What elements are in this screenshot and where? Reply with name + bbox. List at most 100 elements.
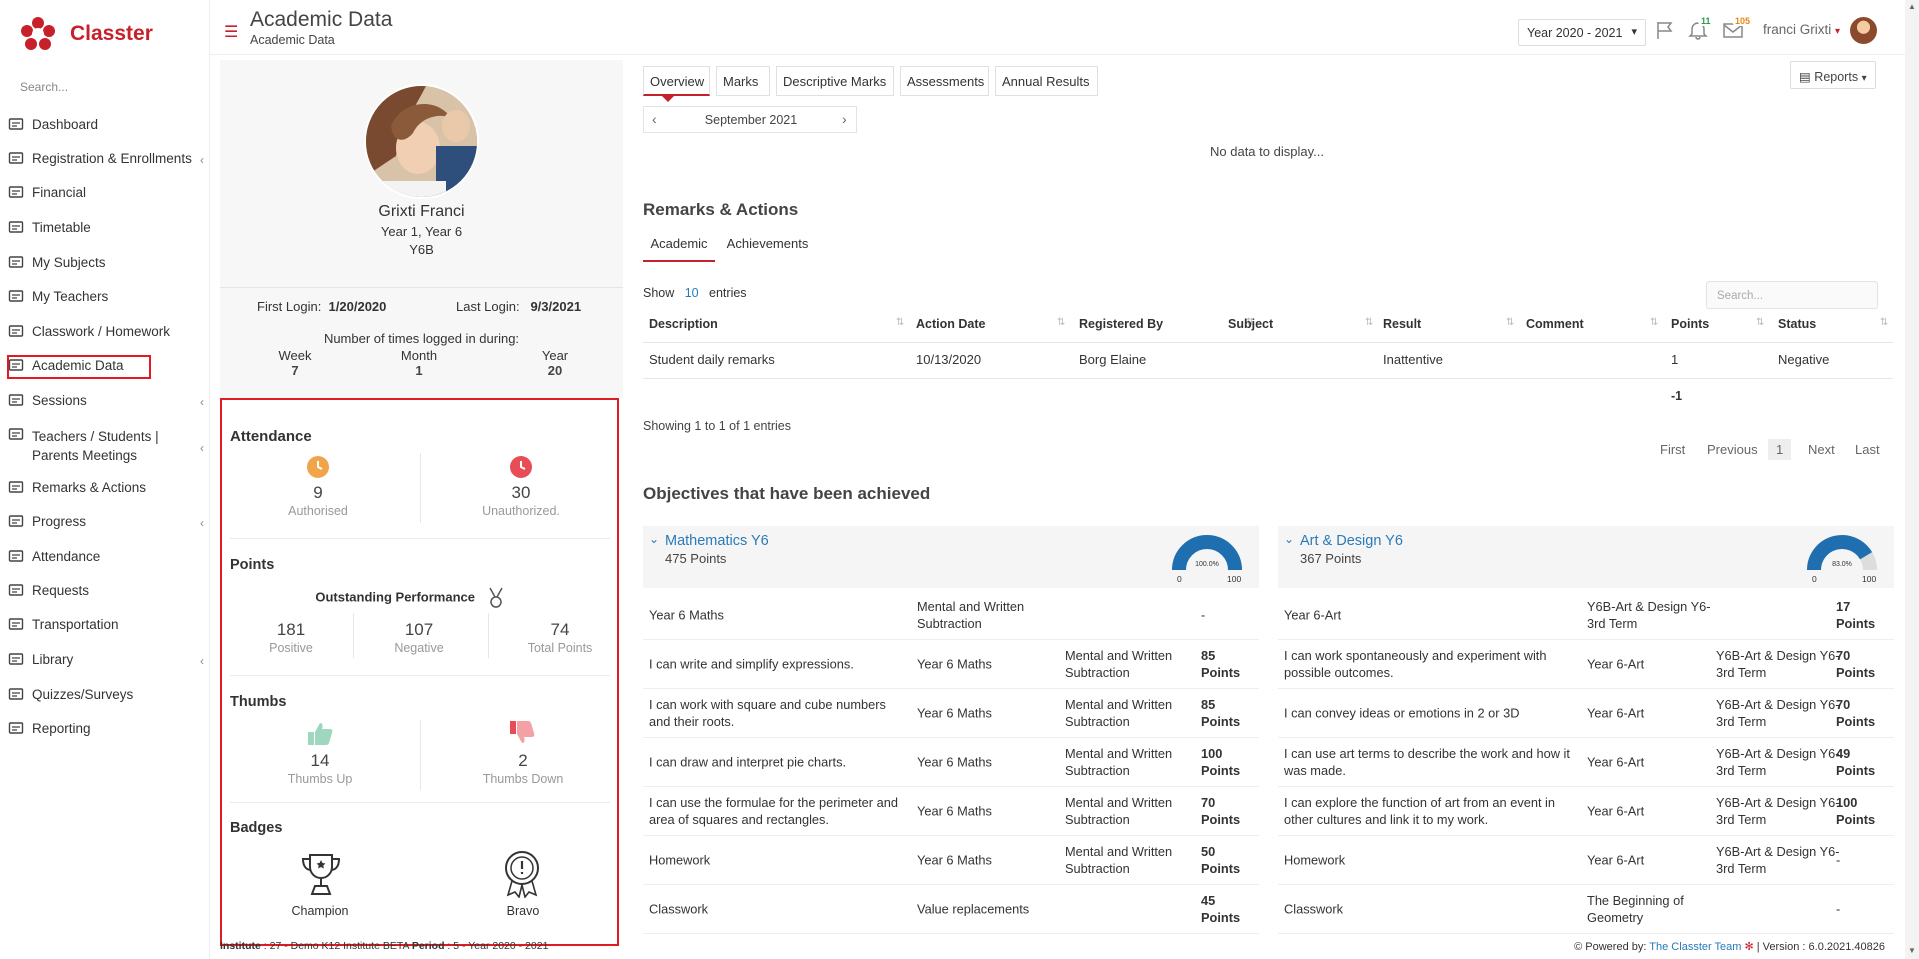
sidebar-item-remarks-actions[interactable]: Remarks & Actions	[8, 480, 204, 496]
tab-assessments[interactable]: Assessments	[900, 66, 989, 96]
caret-down-icon: ▾	[1835, 26, 1841, 37]
sidebar-item-requests[interactable]: Requests	[8, 583, 204, 599]
reports-button[interactable]: ▤ Reports ▾	[1790, 61, 1876, 89]
sidebar-item-label: Remarks & Actions	[32, 480, 147, 495]
scroll-up-icon[interactable]: ▲	[1908, 2, 1916, 11]
sort-icon[interactable]: ⇅	[1506, 317, 1514, 328]
pager-1[interactable]: 1	[1768, 439, 1792, 460]
cell-text: Year 6-Art	[1587, 803, 1645, 819]
cell-text: Year 6-Art	[1587, 754, 1645, 770]
last-login: Last Login: 9/3/2021	[456, 299, 581, 314]
table-cell: 1	[1671, 352, 1679, 367]
pager-last[interactable]: Last	[1855, 442, 1880, 457]
objective-cell: Year 6-Art	[1587, 656, 1717, 673]
sidebar-item-dashboard[interactable]: Dashboard	[8, 117, 204, 133]
pager-next[interactable]: Next	[1808, 442, 1835, 457]
first-login: First Login: 1/20/2020	[257, 299, 386, 314]
sort-icon[interactable]: ⇅	[896, 317, 904, 328]
year-select[interactable]: Year 2020 - 2021	[1518, 19, 1646, 46]
objective-header[interactable]: ⌄ Mathematics Y6 475 Points 100.0% 0 100	[643, 526, 1259, 588]
cell-text: 17 Points	[1836, 599, 1876, 631]
sidebar-item-my-subjects[interactable]: My Subjects	[8, 255, 204, 271]
objective-row: Homework Year 6 Maths Mental and Written S…	[643, 836, 1259, 885]
objective-cell: Classwork	[649, 901, 904, 918]
objective-cell: Homework	[1284, 852, 1574, 869]
flag-icon[interactable]	[1655, 20, 1677, 40]
sidebar-item-classwork-homework[interactable]: Classwork / Homework	[8, 324, 204, 340]
tab-annual-results[interactable]: Annual Results	[995, 66, 1098, 96]
cell-text: Year 6-Art	[1587, 656, 1645, 672]
sidebar-item-attendance[interactable]: Attendance	[8, 549, 204, 565]
cell-text: Year 6-Art	[1284, 607, 1342, 623]
next-month-icon[interactable]: ›	[842, 111, 847, 127]
cell-text: Year 6 Maths	[917, 852, 992, 868]
column-header-comment[interactable]: Comment	[1526, 317, 1584, 331]
column-header-registered-by[interactable]: Registered By	[1079, 317, 1163, 331]
vertical-scrollbar[interactable]: ▲ ▼	[1905, 0, 1919, 959]
sort-icon[interactable]: ⇅	[1650, 317, 1658, 328]
avatar[interactable]	[1850, 17, 1877, 44]
classter-team-link[interactable]: The Classter Team	[1649, 941, 1741, 953]
chevron-down-icon[interactable]: ⌄	[649, 532, 659, 546]
tab-overview[interactable]: Overview	[643, 66, 710, 96]
sidebar-item-label: Attendance	[32, 549, 101, 564]
pager-first[interactable]: First	[1660, 442, 1685, 457]
remarks-search-input[interactable]: Search...	[1706, 281, 1878, 309]
column-header-subject[interactable]: Subject	[1228, 317, 1273, 331]
cell-text: Homework	[649, 852, 711, 868]
column-header-status[interactable]: Status	[1778, 317, 1816, 331]
entries-length: Show 10 entries	[643, 286, 747, 300]
objective-points-cell: 70 Points	[1836, 696, 1891, 730]
objective-header[interactable]: ⌄ Art & Design Y6 367 Points 83.0% 0 100	[1278, 526, 1894, 588]
sort-icon[interactable]: ⇅	[1057, 317, 1065, 328]
sidebar-item-timetable[interactable]: Timetable	[8, 220, 204, 236]
column-header-points[interactable]: Points	[1671, 317, 1709, 331]
table-cell: Inattentive	[1383, 352, 1443, 367]
sidebar-item-my-teachers[interactable]: My Teachers	[8, 289, 204, 305]
no-data-message: No data to display...	[1210, 144, 1324, 159]
objective-cell: The Beginning of Geometry	[1587, 892, 1717, 926]
objective-row: I can draw and interpret pie charts. Year…	[643, 738, 1259, 787]
subtab-achievements[interactable]: Achievements	[720, 228, 815, 262]
logo[interactable]: Classter	[18, 12, 153, 56]
sidebar-item-sessions[interactable]: Sessions ‹	[8, 393, 204, 409]
gauge-value: 100.0%	[1195, 561, 1219, 568]
objectives-title: Objectives that have been achieved	[643, 484, 931, 503]
sidebar-item-registration-enrollments[interactable]: Registration & Enrollments ‹	[8, 151, 204, 167]
column-header-action-date[interactable]: Action Date	[916, 317, 985, 331]
tab-descriptive-marks[interactable]: Descriptive Marks	[776, 66, 894, 96]
sidebar-item-library[interactable]: Library ‹	[8, 652, 204, 668]
sidebar-search-input[interactable]: Search...	[20, 80, 68, 94]
chevron-down-icon[interactable]: ⌄	[1284, 532, 1294, 546]
cell-text: I can work with square and cube numbers …	[649, 697, 886, 729]
user-check-icon	[8, 549, 26, 565]
show-label: Show	[643, 286, 675, 300]
tab-marks[interactable]: Marks	[716, 66, 770, 96]
sidebar-item-quizzes-surveys[interactable]: Quizzes/Surveys	[8, 687, 204, 703]
sidebar-item-teachers-students-parents-meetings[interactable]: Teachers / Students | Parents Meetings ‹	[8, 427, 204, 465]
objective-cell: Year 6-Art	[1587, 754, 1717, 771]
sort-icon[interactable]: ⇅	[1756, 317, 1764, 328]
scroll-down-icon[interactable]: ▼	[1908, 946, 1916, 955]
objective-points: 367 Points	[1300, 551, 1362, 566]
sidebar-item-transportation[interactable]: Transportation	[8, 617, 204, 633]
objective-cell: Y6B-Art & Design Y6-3rd Term	[1716, 696, 1841, 730]
sort-icon[interactable]: ⇅	[1880, 317, 1888, 328]
table-divider	[643, 378, 1893, 379]
objective-subject-title: Mathematics Y6	[665, 533, 769, 549]
menu-toggle-icon[interactable]: ☰	[224, 22, 238, 42]
user-menu[interactable]: franci Grixti ▾	[1763, 22, 1840, 37]
first-login-value: 1/20/2020	[328, 299, 387, 314]
column-header-description[interactable]: Description	[649, 317, 718, 331]
sort-icon[interactable]: ⇅	[1365, 317, 1373, 328]
entries-count-select[interactable]: 10	[685, 286, 699, 300]
sidebar-item-progress[interactable]: Progress ‹	[8, 514, 204, 530]
sidebar-item-label: Dashboard	[32, 117, 99, 132]
page-title: Academic Data	[250, 8, 393, 31]
column-header-result[interactable]: Result	[1383, 317, 1421, 331]
points-total: -1	[1671, 389, 1683, 403]
pager-previous[interactable]: Previous	[1707, 442, 1758, 457]
subtab-academic[interactable]: Academic	[643, 228, 715, 262]
sidebar-item-financial[interactable]: Financial	[8, 185, 204, 201]
sidebar-item-reporting[interactable]: Reporting	[8, 721, 204, 737]
